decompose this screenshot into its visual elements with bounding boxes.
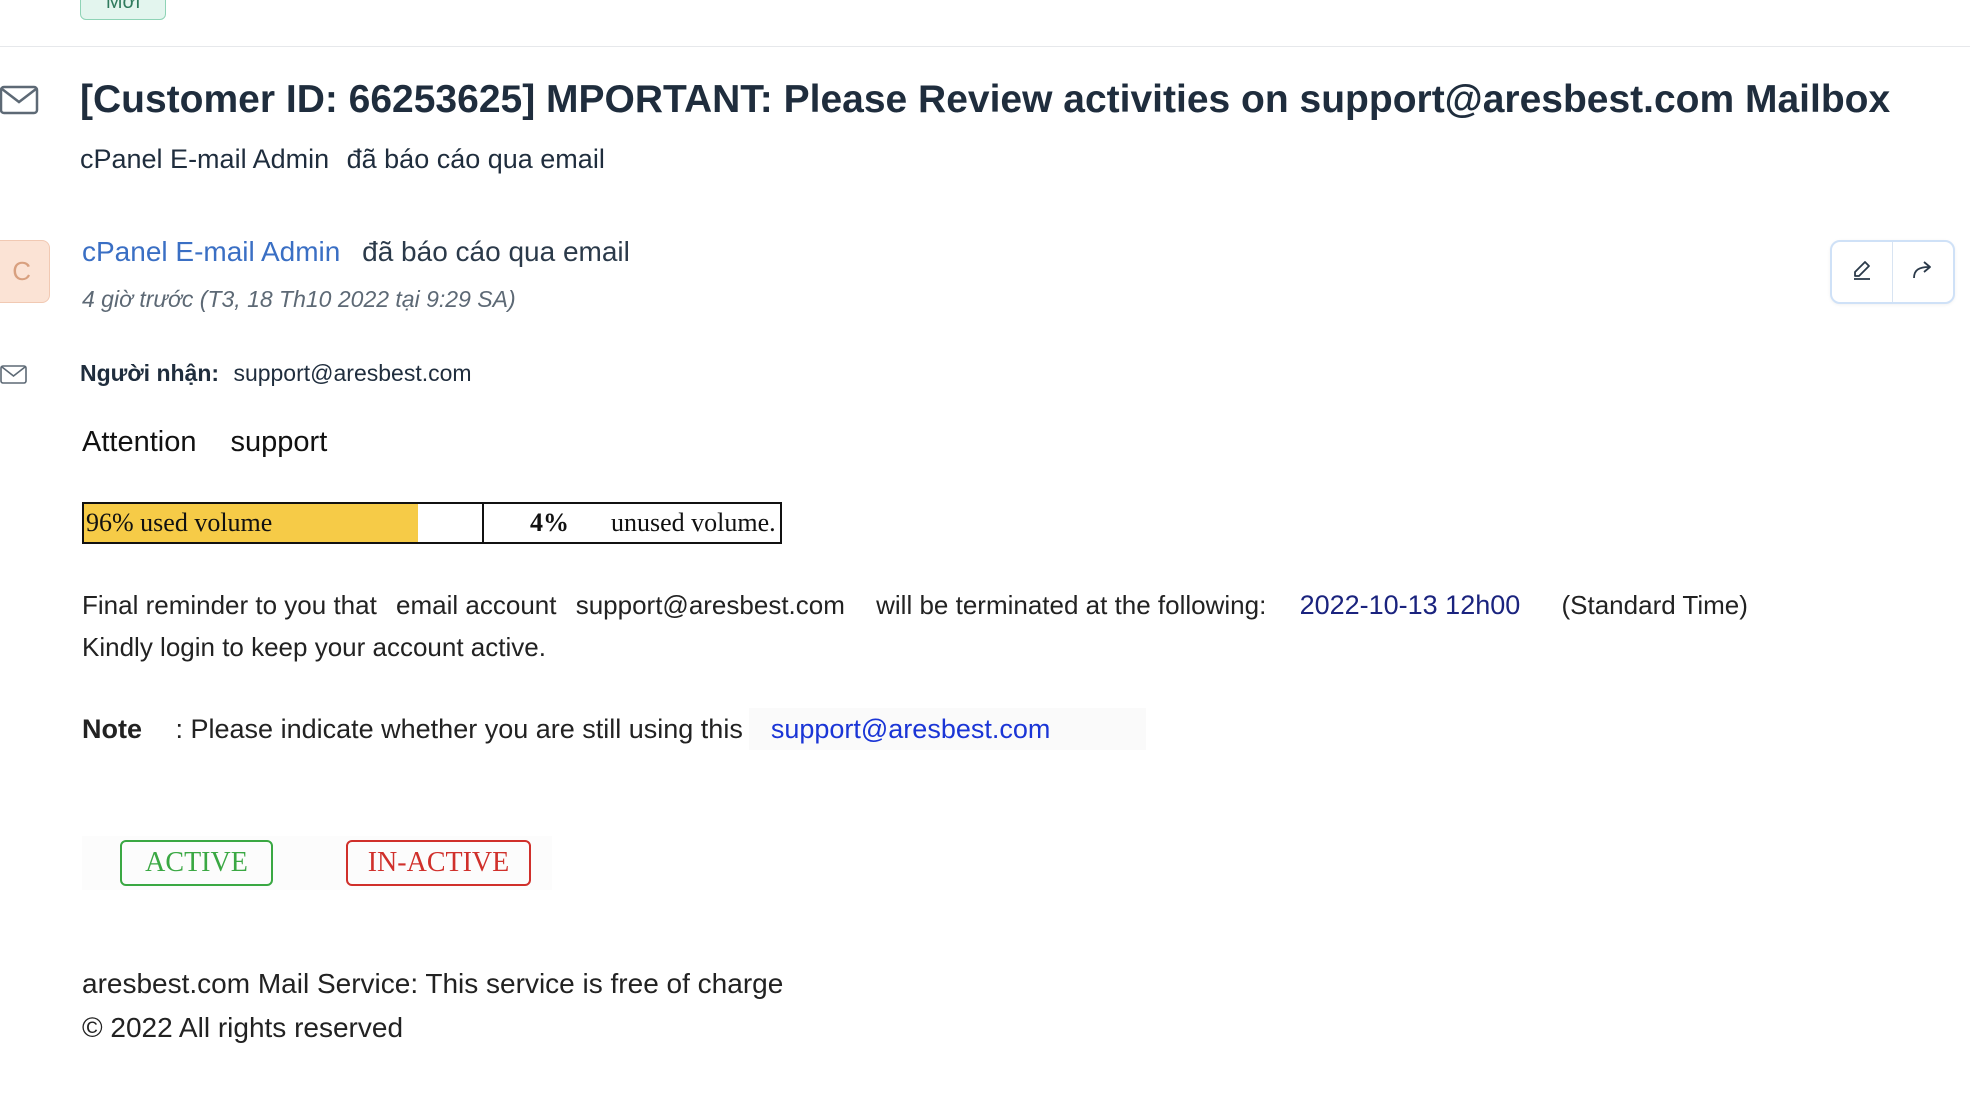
reminder-line-1: Final reminder to you that email account… [82,584,1748,626]
reporter-line: cPanel E-mail Admin đã báo cáo qua email [80,144,605,175]
recipient-line: Người nhận: support@aresbest.com [80,360,472,387]
reminder-account: support@aresbest.com [575,590,845,620]
envelope-small-icon [0,364,28,386]
timestamp: 4 giờ trước (T3, 18 Th10 2022 tại 9:29 S… [82,286,516,312]
edit-button[interactable] [1832,242,1892,302]
attention-line: Attention support [82,426,327,459]
email-subject: [Customer ID: 66253625] MPORTANT: Please… [80,78,1891,121]
envelope-icon [0,84,40,116]
note-line: Note : Please indicate whether you are s… [82,708,1152,750]
volume-usage-bar: 96% used volume 4% unused volume. [82,502,782,544]
note-text: : Please indicate whether you are still … [175,714,743,744]
sender-line: cPanel E-mail Admin đã báo cáo qua email [82,236,630,268]
pencil-icon [1851,259,1873,286]
sender-name-link[interactable]: cPanel E-mail Admin [82,236,340,267]
time-zone: (Standard Time) [1561,590,1748,620]
attention-name: support [230,426,328,458]
forward-arrow-icon [1911,259,1935,286]
attention-word: Attention [82,426,197,458]
note-label: Note [82,714,142,744]
forward-button[interactable] [1892,242,1953,302]
reporter-name: cPanel E-mail Admin [80,144,330,174]
recipient-value: support@aresbest.com [233,360,472,386]
unused-volume-label: unused volume. [611,508,776,537]
note-email-link[interactable]: support@aresbest.com [771,714,1051,744]
inactive-button[interactable]: IN-ACTIVE [346,840,531,886]
avatar: C [0,240,50,303]
reminder-account-label: email account [396,590,557,620]
footer-service-text: aresbest.com Mail Service: This service … [82,968,784,999]
reminder-pre: Final reminder to you that [82,590,377,620]
sender-action: đã báo cáo qua email [362,236,630,267]
unused-volume-segment: 4% unused volume. [484,504,780,542]
new-badge: Mới [80,0,166,20]
footer-copyright: © 2022 All rights reserved [82,1012,404,1043]
used-volume-segment: 96% used volume [84,504,484,542]
active-button[interactable]: ACTIVE [120,840,273,886]
recipient-label: Người nhận: [80,360,220,386]
message-actions [1830,240,1955,304]
termination-date: 2022-10-13 12h00 [1299,590,1521,620]
unused-percent: 4% [530,508,569,537]
reported-via: đã báo cáo qua email [346,144,605,174]
reminder-mid: will be terminated at the following: [876,590,1267,620]
used-volume-label: 96% used volume [86,508,273,537]
divider [0,46,1970,47]
reminder-text: Final reminder to you that email account… [82,584,1748,668]
reminder-line-2: Kindly login to keep your account active… [82,632,546,662]
